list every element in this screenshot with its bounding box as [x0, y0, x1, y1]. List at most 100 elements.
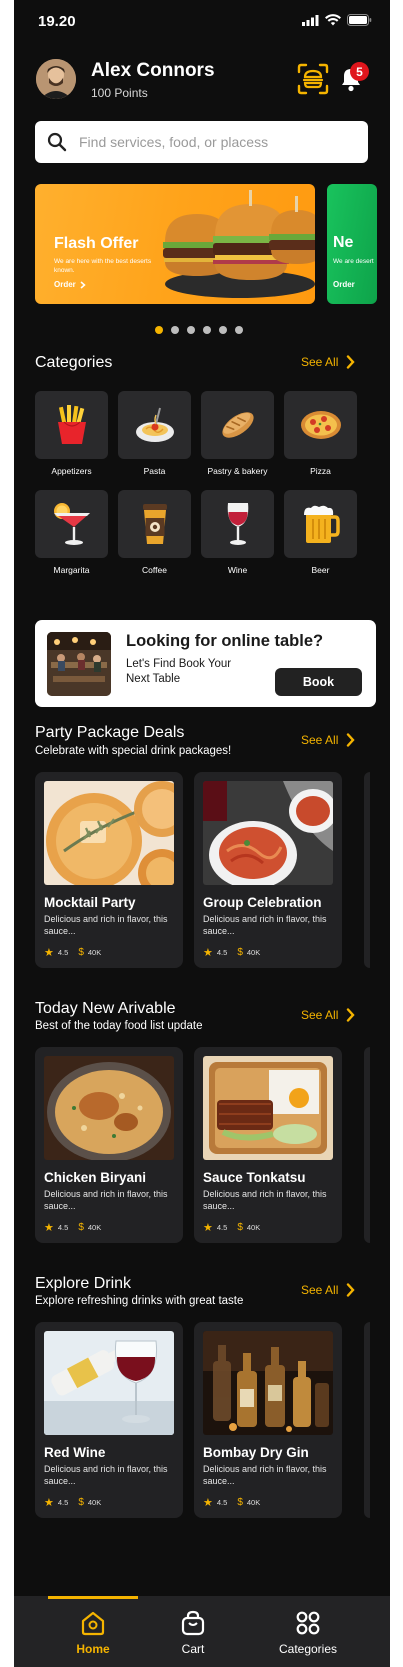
- nav-active-indicator: [48, 1596, 138, 1599]
- food-card-peek[interactable]: [364, 1047, 370, 1243]
- card-description: Delicious and rich in flavor, this sauce…: [203, 914, 327, 936]
- scan-button[interactable]: [297, 63, 329, 95]
- nav-cart[interactable]: Cart: [168, 1610, 218, 1656]
- restaurant-image: [47, 632, 111, 696]
- battery-icon: [347, 14, 372, 26]
- card-meta: ★ 4.5 $ 40K: [44, 1496, 101, 1509]
- food-card[interactable]: Chicken Biryani Delicious and rich in fl…: [35, 1047, 183, 1243]
- card-title: Red Wine: [44, 1445, 106, 1460]
- pizza-icon: [300, 411, 341, 439]
- see-all-label: See All: [301, 1008, 339, 1022]
- card-title: Sauce Tonkatsu: [203, 1170, 306, 1185]
- user-name: Alex Connors: [91, 60, 215, 81]
- banner-title: Flash Offer: [54, 235, 139, 252]
- book-table-title: Looking for online table?: [126, 632, 324, 650]
- dollar-icon: $: [237, 1222, 243, 1233]
- drink-see-all-link[interactable]: See All: [301, 1283, 355, 1297]
- category-tile: [118, 490, 191, 558]
- see-all-label: See All: [301, 1283, 339, 1297]
- food-card[interactable]: Sauce Tonkatsu Delicious and rich in fla…: [194, 1047, 342, 1243]
- beer-mug-icon: [303, 505, 340, 543]
- card-rating: 4.5: [216, 1223, 228, 1232]
- food-card[interactable]: Bombay Dry Gin Delicious and rich in fla…: [194, 1322, 342, 1518]
- carousel-dot[interactable]: [219, 326, 227, 334]
- chevron-right-icon: [347, 1008, 355, 1022]
- status-icons: [302, 14, 372, 26]
- card-image: [44, 1331, 174, 1435]
- grid-icon: [296, 1611, 320, 1635]
- category-coffee[interactable]: Coffee: [118, 490, 191, 575]
- signal-icon: [302, 14, 319, 26]
- dollar-icon: $: [237, 947, 243, 958]
- card-meta: ★ 4.5 $ 40K: [44, 946, 101, 959]
- gin-bottles-photo: [203, 1331, 333, 1435]
- category-margarita[interactable]: Margarita: [35, 490, 108, 575]
- card-rating: 4.5: [57, 948, 69, 957]
- cocktail-icon: [53, 503, 90, 545]
- nav-label: Home: [76, 1642, 110, 1656]
- food-card[interactable]: Mocktail Party Delicious and rich in fla…: [35, 772, 183, 968]
- search-input[interactable]: [79, 121, 359, 163]
- mocktail-photo: [44, 781, 174, 885]
- promo-banner-flash-offer[interactable]: Flash Offer We are here with the best de…: [35, 184, 315, 304]
- app-screen: 19.20 Alex Connors 100 Points 5 Find ser…: [14, 0, 390, 1667]
- party-see-all-link[interactable]: See All: [301, 733, 355, 747]
- card-rating: 4.5: [216, 948, 228, 957]
- nav-home[interactable]: Home: [68, 1610, 118, 1656]
- dollar-icon: $: [78, 947, 84, 958]
- food-card[interactable]: Group Celebration Delicious and rich in …: [194, 772, 342, 968]
- burger-scan-icon: [297, 63, 329, 95]
- user-points: 100 Points: [91, 86, 148, 100]
- section-subtitle: Explore refreshing drinks with great tas…: [35, 1295, 244, 1307]
- card-price: 40K: [87, 948, 102, 957]
- category-tile: [201, 490, 274, 558]
- food-card[interactable]: Red Wine Delicious and rich in flavor, t…: [35, 1322, 183, 1518]
- avatar[interactable]: [36, 59, 76, 99]
- star-icon: ★: [203, 1222, 213, 1234]
- book-button[interactable]: Book: [275, 668, 362, 696]
- category-beer[interactable]: Beer: [284, 490, 357, 575]
- see-all-label: See All: [301, 733, 339, 747]
- carousel-dot[interactable]: [235, 326, 243, 334]
- carousel-dot[interactable]: [203, 326, 211, 334]
- category-tile: [201, 391, 274, 459]
- category-wine[interactable]: Wine: [201, 490, 274, 575]
- categories-see-all-link[interactable]: See All: [301, 355, 355, 369]
- group-celebration-photo: [203, 781, 333, 885]
- card-rating: 4.5: [216, 1498, 228, 1507]
- card-image: [203, 781, 333, 885]
- star-icon: ★: [44, 1222, 54, 1234]
- food-card-peek[interactable]: [364, 1322, 370, 1518]
- banner-order-label: Order: [333, 280, 355, 289]
- category-pastry-bakery[interactable]: Pastry & bakery: [201, 391, 274, 476]
- chevron-right-icon: [347, 733, 355, 747]
- card-image: [203, 1056, 333, 1160]
- star-icon: ★: [44, 1497, 54, 1509]
- food-card-peek[interactable]: [364, 772, 370, 968]
- banner-order-button[interactable]: Order: [54, 280, 86, 289]
- category-pasta[interactable]: Pasta: [118, 391, 191, 476]
- star-icon: ★: [203, 1497, 213, 1509]
- category-pizza[interactable]: Pizza: [284, 391, 357, 476]
- carousel-dot[interactable]: [187, 326, 195, 334]
- restaurant-photo: [47, 632, 111, 696]
- nav-categories[interactable]: Categories: [268, 1610, 348, 1656]
- carousel-indicator: [155, 326, 243, 334]
- category-label: Pasta: [143, 466, 166, 476]
- promo-banner-next[interactable]: Ne We are desert Order: [327, 184, 377, 304]
- search-bar[interactable]: [35, 121, 368, 163]
- category-tile: [35, 490, 108, 558]
- carousel-dot[interactable]: [155, 326, 163, 334]
- nav-label: Categories: [278, 1642, 338, 1656]
- dollar-icon: $: [78, 1222, 84, 1233]
- dollar-icon: $: [78, 1497, 84, 1508]
- status-bar: 19.20: [14, 0, 390, 44]
- avatar-photo: [36, 59, 76, 99]
- search-icon: [47, 132, 67, 152]
- carousel-dot[interactable]: [171, 326, 179, 334]
- category-label: Beer: [311, 565, 330, 575]
- today-see-all-link[interactable]: See All: [301, 1008, 355, 1022]
- wifi-icon: [325, 14, 341, 26]
- card-meta: ★ 4.5 $ 40K: [44, 1221, 101, 1234]
- category-appetizers[interactable]: Appetizers: [35, 391, 108, 476]
